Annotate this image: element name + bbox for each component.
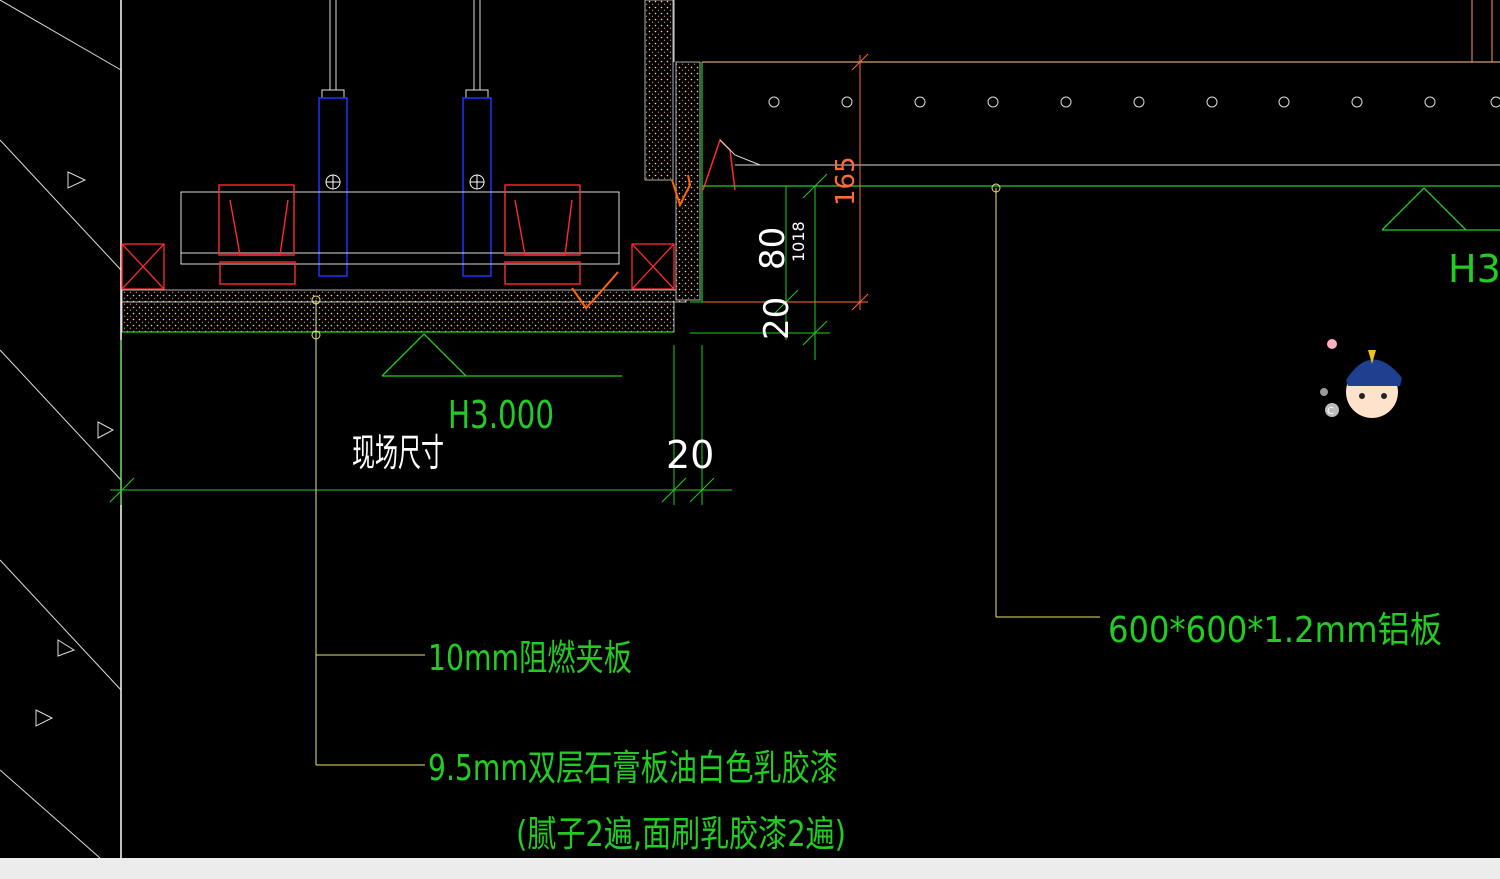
callout-fire-board: 10mm阻燃夹板 (428, 638, 632, 679)
callout-aluminum-panel: 600*600*1.2mm铝板 (1108, 610, 1442, 651)
aluminum-panel (702, 0, 1500, 187)
level-label-left: H3.000 (448, 393, 554, 437)
blue-hangers (318, 97, 492, 277)
dim-20-bottom: 20 (666, 433, 714, 477)
hanger-rods (321, 0, 489, 99)
cad-canvas[interactable]: H3.000 H3. 现场尺寸 20 80 1018 20 165 10mm阻燃… (0, 0, 1500, 879)
dimension-lines (109, 173, 830, 505)
level-label-right: H3. (1448, 247, 1500, 291)
end-blocks (121, 243, 675, 290)
callout-finish: (腻子2遍,面刷乳胶漆2遍) (516, 814, 846, 855)
callout-gypsum: 9.5mm双层石膏板油白色乳胶漆 (428, 748, 838, 789)
left-wall (0, 0, 122, 859)
dim-1018: 1018 (789, 221, 808, 262)
field-dimension-label: 现场尺寸 (352, 431, 444, 475)
level-symbol-right (1381, 187, 1500, 231)
gypsum-layer (121, 301, 675, 333)
dim-165: 165 (831, 156, 861, 206)
mascot-avatar[interactable]: C (1310, 330, 1410, 430)
svg-text:C: C (1327, 406, 1334, 417)
level-symbol-left (381, 333, 622, 377)
dim-20-side: 20 (757, 297, 797, 340)
dim-80: 80 (753, 227, 793, 270)
red-clips (218, 184, 581, 285)
status-bar (0, 858, 1500, 879)
